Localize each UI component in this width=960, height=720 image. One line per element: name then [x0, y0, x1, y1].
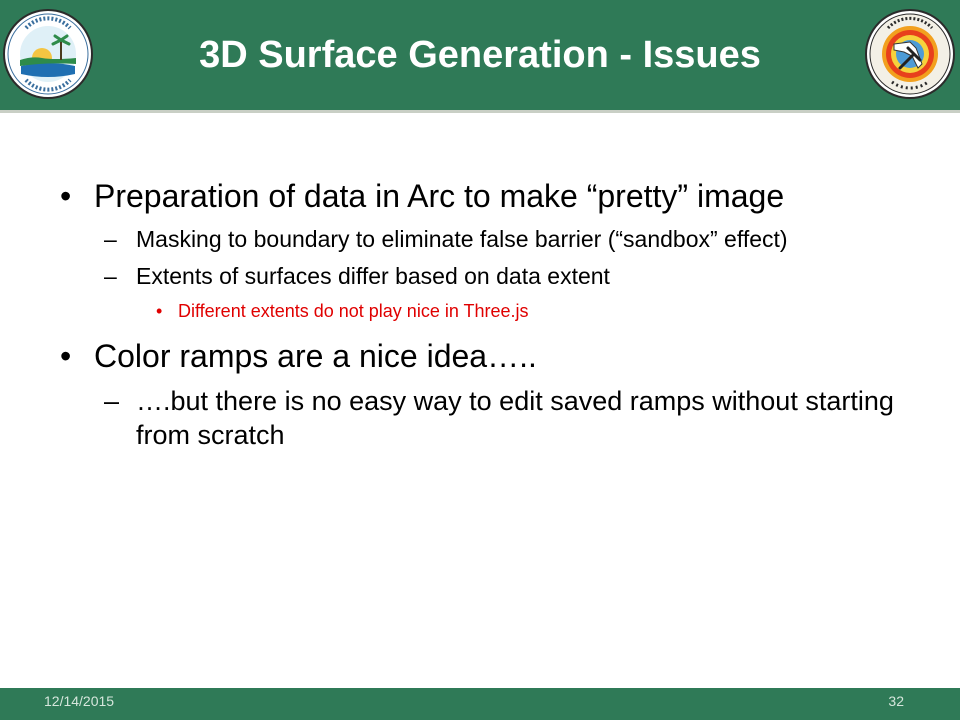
bullet-marker: –: [104, 386, 120, 416]
bullet-level3: • Different extents do not play nice in …: [60, 298, 940, 324]
bullet-level2: – ….but there is no easy way to edit sav…: [60, 384, 940, 452]
slide-title: 3D Surface Generation - Issues: [199, 34, 761, 76]
footer-bar: 12/14/2015 32: [0, 688, 960, 720]
page-number: 32: [888, 693, 904, 709]
footer-date: 12/14/2015: [44, 693, 115, 709]
bullet-level1: • Preparation of data in Arc to make “pr…: [60, 174, 940, 218]
bullet-text: Extents of surfaces differ based on data…: [136, 263, 610, 289]
fgs-logo-icon: [864, 8, 956, 100]
bullet-text: Masking to boundary to eliminate false b…: [136, 226, 788, 252]
bullet-marker: •: [156, 301, 163, 321]
dep-logo-icon: [2, 8, 94, 100]
bullet-text: Preparation of data in Arc to make “pret…: [94, 178, 785, 214]
bullet-level2: – Extents of surfaces differ based on da…: [60, 261, 940, 292]
bullet-text: ….but there is no easy way to edit saved…: [136, 386, 894, 450]
slide-body: • Preparation of data in Arc to make “pr…: [60, 174, 940, 458]
bullet-marker: –: [104, 226, 117, 252]
bullet-text: Different extents do not play nice in Th…: [178, 301, 529, 321]
bullet-marker: •: [60, 338, 72, 374]
bullet-marker: •: [60, 178, 72, 214]
bullet-level2: – Masking to boundary to eliminate false…: [60, 224, 940, 255]
title-divider: [0, 110, 960, 113]
bullet-level1: • Color ramps are a nice idea…..: [60, 334, 940, 378]
bullet-marker: –: [104, 263, 117, 289]
bullet-text: Color ramps are a nice idea…..: [94, 338, 537, 374]
